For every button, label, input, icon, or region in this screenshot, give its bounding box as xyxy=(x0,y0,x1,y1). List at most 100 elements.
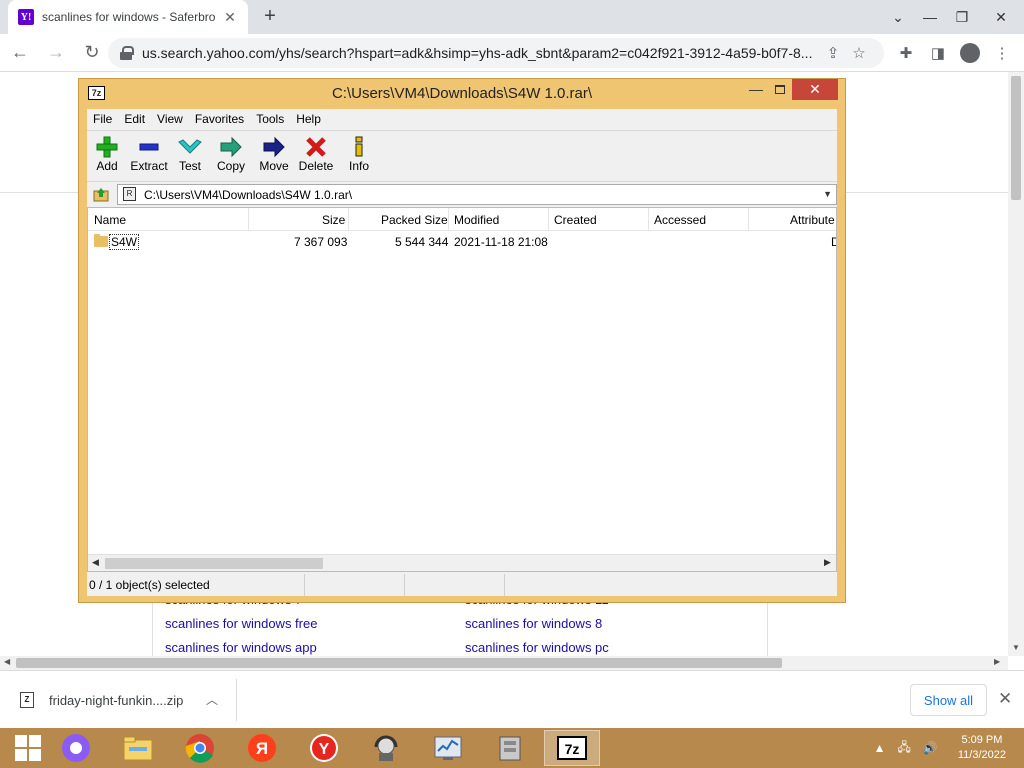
7zip-title-bar[interactable]: 7z C:\Users\VM4\Downloads\S4W 1.0.rar\ —… xyxy=(79,79,845,109)
page-vertical-scrollbar[interactable]: ▼ xyxy=(1008,72,1024,656)
menu-tools[interactable]: Tools xyxy=(250,109,290,130)
column-divider[interactable] xyxy=(548,208,549,231)
windows-taskbar: Я Y 7z ▲ 🖧 🔊 5:09 PM 11/3/2022 xyxy=(0,728,1024,768)
taskbar-7zip[interactable]: 7z xyxy=(544,730,600,766)
column-divider[interactable] xyxy=(748,208,749,231)
menu-kebab-icon[interactable]: ⋮ xyxy=(986,38,1018,68)
window-close-icon[interactable]: ✕ xyxy=(978,0,1024,34)
restore-icon[interactable]: ❐ xyxy=(946,0,978,34)
column-divider[interactable] xyxy=(448,208,449,231)
info-label: Info xyxy=(348,159,369,173)
archive-icon: R xyxy=(123,187,136,201)
folder-up-icon[interactable] xyxy=(93,186,109,202)
related-link[interactable]: scanlines for windows free xyxy=(165,616,317,631)
column-name[interactable]: Name xyxy=(94,213,126,227)
windows-logo-icon xyxy=(15,735,41,761)
scrollbar-thumb[interactable] xyxy=(105,558,323,569)
copy-button[interactable]: Copy xyxy=(215,135,247,179)
taskbar-yandex-browser[interactable]: Я xyxy=(234,730,290,766)
column-packed-size[interactable]: Packed Size xyxy=(381,213,448,227)
maximize-icon[interactable] xyxy=(775,85,785,94)
test-button[interactable]: Test xyxy=(177,135,203,179)
column-attributes[interactable]: Attribute xyxy=(790,213,835,227)
path-combobox[interactable]: R C:\Users\VM4\Downloads\S4W 1.0.rar\ ▼ xyxy=(117,184,837,205)
clock[interactable]: 5:09 PM 11/3/2022 xyxy=(958,733,1006,763)
menu-edit[interactable]: Edit xyxy=(118,109,151,130)
new-tab-button[interactable]: + xyxy=(258,4,282,28)
download-item-name[interactable]: friday-night-funkin....zip xyxy=(49,693,183,708)
menu-view[interactable]: View xyxy=(151,109,189,130)
row-modified: 2021-11-18 21:08 xyxy=(454,235,548,249)
scroll-left-arrow-icon[interactable]: ◀ xyxy=(4,657,10,666)
browser-tab[interactable]: Y! scanlines for windows - Saferbro ✕ xyxy=(8,0,248,34)
taskbar-yandex[interactable]: Y xyxy=(296,730,352,766)
add-button[interactable]: Add xyxy=(93,135,121,179)
column-divider[interactable] xyxy=(648,208,649,231)
forward-arrow-icon[interactable]: → xyxy=(40,37,72,69)
column-divider[interactable] xyxy=(248,208,249,231)
extract-button[interactable]: Extract xyxy=(129,135,169,179)
volume-icon[interactable]: 🔊 xyxy=(923,741,938,755)
info-button[interactable]: Info xyxy=(345,135,373,179)
url-text[interactable]: us.search.yahoo.com/yhs/search?hspart=ad… xyxy=(142,45,820,61)
scroll-right-arrow-icon[interactable]: ▶ xyxy=(994,657,1000,666)
close-downloads-icon[interactable]: ✕ xyxy=(998,689,1012,709)
scroll-down-arrow-icon[interactable]: ▼ xyxy=(1012,643,1020,652)
menu-file[interactable]: File xyxy=(87,109,118,130)
path-text: C:\Users\VM4\Downloads\S4W 1.0.rar\ xyxy=(144,188,353,202)
show-all-button[interactable]: Show all xyxy=(910,684,987,716)
extract-label: Extract xyxy=(130,159,168,173)
share-icon[interactable]: ⇪ xyxy=(820,44,846,62)
taskbar-archive-app[interactable] xyxy=(482,730,538,766)
extensions-puzzle-icon[interactable]: ✚ xyxy=(890,38,922,68)
column-modified[interactable]: Modified xyxy=(454,213,499,227)
taskbar-file-explorer[interactable] xyxy=(110,730,166,766)
side-panel-icon[interactable]: ◨ xyxy=(922,38,954,68)
table-row[interactable]: S4W 7 367 093 5 544 344 2021-11-18 21:08… xyxy=(88,233,836,251)
chrome-icon xyxy=(185,734,214,763)
scrollbar-thumb[interactable] xyxy=(16,658,782,668)
7zip-icon: 7z xyxy=(557,736,587,760)
related-link[interactable]: scanlines for windows app xyxy=(165,640,317,655)
scroll-left-arrow-icon[interactable]: ◀ xyxy=(92,557,99,568)
network-icon[interactable]: 🖧 xyxy=(898,738,911,759)
menu-favorites[interactable]: Favorites xyxy=(189,109,250,130)
list-horizontal-scrollbar[interactable]: ◀ ▶ xyxy=(88,554,836,571)
bookmark-star-icon[interactable]: ☆ xyxy=(846,44,872,62)
delete-button[interactable]: Delete xyxy=(297,135,335,179)
minimize-icon[interactable]: — xyxy=(747,81,765,97)
scroll-right-arrow-icon[interactable]: ▶ xyxy=(824,557,831,568)
chevron-down-icon[interactable]: ▼ xyxy=(823,189,832,199)
taskbar-assistant[interactable] xyxy=(48,730,104,766)
minimize-icon[interactable]: — xyxy=(914,0,946,34)
related-link[interactable]: scanlines for windows 8 xyxy=(465,616,602,631)
column-size[interactable]: Size xyxy=(322,213,345,227)
address-bar[interactable]: us.search.yahoo.com/yhs/search?hspart=ad… xyxy=(108,38,884,68)
tab-close-icon[interactable]: ✕ xyxy=(222,9,238,26)
chevron-up-icon[interactable]: ▲ xyxy=(874,741,886,755)
scrollbar-thumb[interactable] xyxy=(1011,76,1021,200)
clock-date: 11/3/2022 xyxy=(957,749,1006,761)
clock-time: 5:09 PM xyxy=(961,734,1003,746)
window-title: C:\Users\VM4\Downloads\S4W 1.0.rar\ xyxy=(331,85,593,102)
taskbar-chrome[interactable] xyxy=(172,730,228,766)
profile-avatar[interactable] xyxy=(954,38,986,68)
reload-icon[interactable]: ↻ xyxy=(76,37,108,69)
taskbar-monitor[interactable] xyxy=(420,730,476,766)
taskbar-support-agent[interactable] xyxy=(358,730,414,766)
page-horizontal-scrollbar[interactable]: ◀ ▶ xyxy=(0,656,1008,670)
chevron-up-icon[interactable]: ︿ xyxy=(206,691,218,708)
row-name[interactable]: S4W xyxy=(109,234,140,250)
menu-help[interactable]: Help xyxy=(290,109,327,130)
back-arrow-icon[interactable]: ← xyxy=(4,37,36,69)
column-divider[interactable] xyxy=(348,208,349,231)
column-accessed[interactable]: Accessed xyxy=(654,213,706,227)
move-button[interactable]: Move xyxy=(257,135,291,179)
column-created[interactable]: Created xyxy=(554,213,597,227)
row-size: 7 367 093 xyxy=(294,235,348,249)
window-close-icon[interactable]: ✕ xyxy=(792,79,838,100)
7zip-client: File Edit View Favorites Tools Help Add … xyxy=(87,109,837,596)
tab-search-icon[interactable]: ⌄ xyxy=(882,0,914,34)
related-link[interactable]: scanlines for windows pc xyxy=(465,640,609,655)
archive-box-icon xyxy=(499,736,521,761)
